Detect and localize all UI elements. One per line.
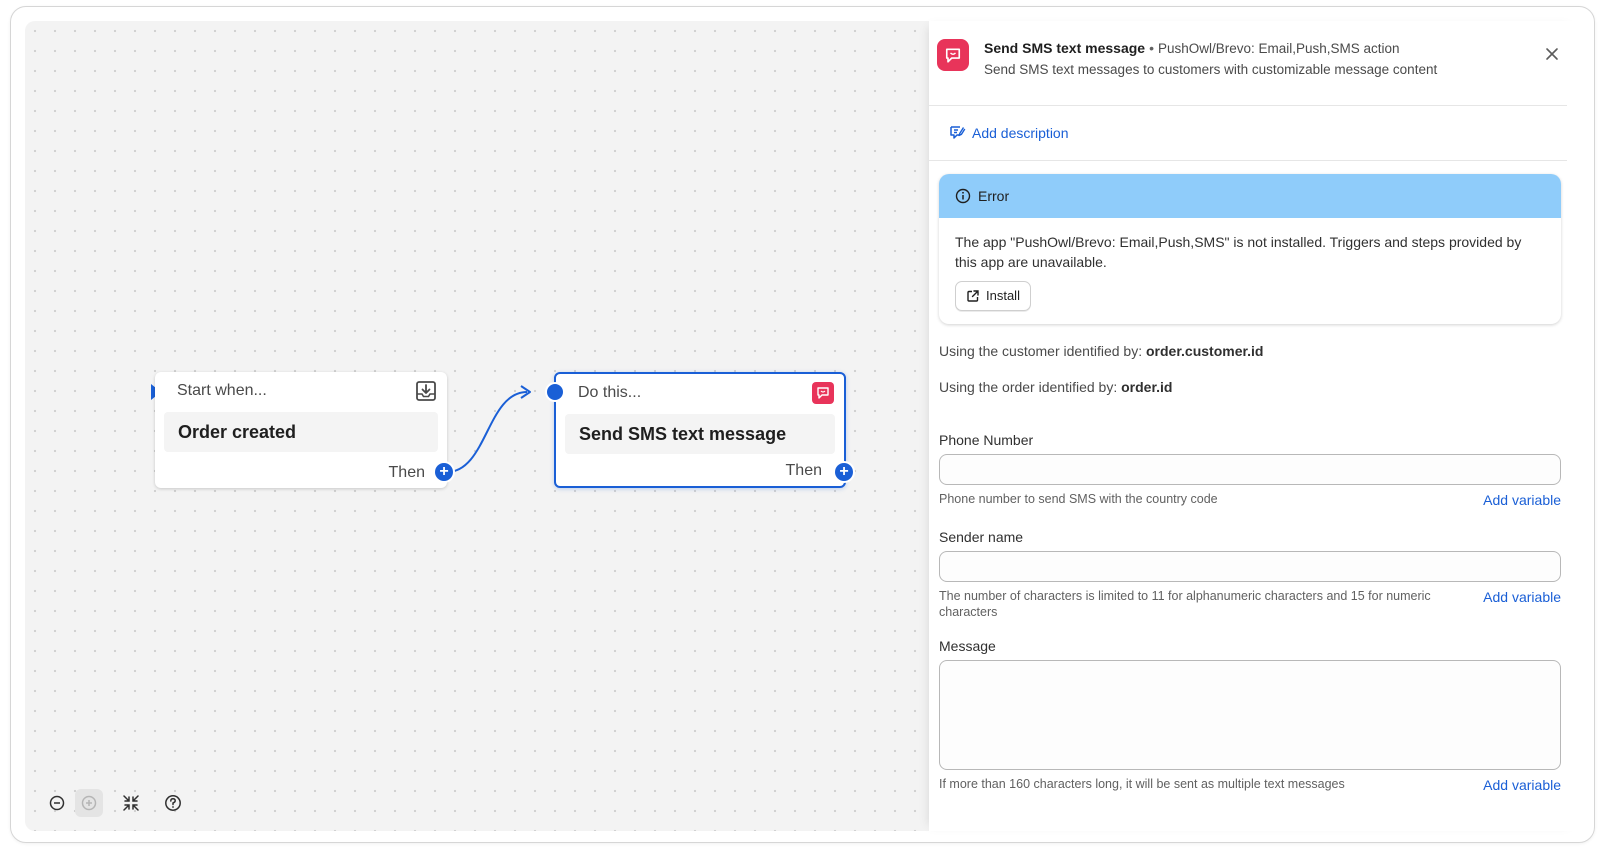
sms-chat-icon <box>812 382 834 404</box>
add-description-link[interactable]: Add description <box>949 124 1069 141</box>
divider <box>929 160 1567 161</box>
trigger-node[interactable]: Start when... Order created Then <box>155 372 447 488</box>
install-label: Install <box>986 288 1020 303</box>
order-identifier-value: order.id <box>1121 379 1173 395</box>
panel-title-row: Send SMS text message • PushOwl/Brevo: Ema… <box>984 40 1400 56</box>
phone-number-help: Phone number to send SMS with the countr… <box>939 492 1218 506</box>
trigger-add-step-icon[interactable]: + <box>435 463 453 481</box>
action-add-step-icon[interactable]: + <box>835 463 853 481</box>
info-icon <box>955 188 971 204</box>
trigger-node-then-label: Then <box>388 464 425 481</box>
phone-number-input[interactable] <box>939 454 1561 485</box>
action-input-handle[interactable] <box>547 384 563 400</box>
panel-source: PushOwl/Brevo: Email,Push,SMS action <box>1157 41 1400 56</box>
download-tray-icon <box>415 380 437 402</box>
message-add-variable-link[interactable]: Add variable <box>1483 777 1561 793</box>
sender-name-label: Sender name <box>939 529 1024 545</box>
workflow-canvas[interactable]: Start when... Order created Then + Do th… <box>25 21 929 831</box>
divider <box>929 105 1567 106</box>
order-identifier-prefix: Using the order identified by: <box>939 379 1122 395</box>
title-separator: • <box>1149 40 1154 56</box>
app-sms-icon <box>937 39 969 71</box>
customer-identifier-prefix: Using the customer identified by: <box>939 343 1146 359</box>
sender-name-help: The number of characters is limited to 1… <box>939 589 1431 619</box>
trigger-node-title: Order created <box>164 412 438 452</box>
zoom-in-icon[interactable] <box>75 789 103 817</box>
action-node-title: Send SMS text message <box>565 414 835 454</box>
phone-add-variable-link[interactable]: Add variable <box>1483 492 1561 508</box>
sender-name-input[interactable] <box>939 551 1561 582</box>
action-node-then-label: Then <box>785 462 822 479</box>
canvas-controls <box>43 789 187 817</box>
message-textarea[interactable] <box>939 660 1561 770</box>
fit-view-icon[interactable] <box>117 789 145 817</box>
sender-add-variable-link[interactable]: Add variable <box>1483 589 1561 605</box>
order-identifier-line: Using the order identified by: order.id <box>939 379 1172 395</box>
trigger-node-header: Start when... <box>177 382 267 399</box>
action-node[interactable]: Do this... Send SMS text message Then <box>554 372 846 488</box>
customer-identifier-line: Using the customer identified by: order.… <box>939 343 1263 359</box>
error-header: Error <box>939 174 1561 218</box>
action-node-header: Do this... <box>578 384 642 401</box>
panel-description: Send SMS text messages to customers with… <box>984 62 1438 77</box>
panel-title: Send SMS text message <box>984 40 1146 56</box>
error-message: The app "PushOwl/Brevo: Email,Push,SMS" … <box>955 234 1522 270</box>
error-banner: Error The app "PushOwl/Brevo: Email,Push… <box>939 174 1561 324</box>
error-heading: Error <box>978 188 1010 204</box>
external-link-icon <box>967 290 979 302</box>
comment-edit-icon <box>950 126 966 139</box>
phone-number-label: Phone Number <box>939 432 1034 448</box>
app-frame: Start when... Order created Then + Do th… <box>10 6 1595 843</box>
help-icon[interactable] <box>159 789 187 817</box>
add-description-label: Add description <box>972 124 1069 141</box>
customer-identifier-value: order.customer.id <box>1146 343 1264 359</box>
zoom-out-icon[interactable] <box>43 789 71 817</box>
message-label: Message <box>939 638 996 654</box>
step-details-panel: Send SMS text message • PushOwl/Brevo: Ema… <box>929 21 1581 831</box>
close-icon[interactable] <box>1543 45 1561 63</box>
message-help: If more than 160 characters long, it wil… <box>939 777 1345 791</box>
install-button[interactable]: Install <box>955 281 1031 311</box>
